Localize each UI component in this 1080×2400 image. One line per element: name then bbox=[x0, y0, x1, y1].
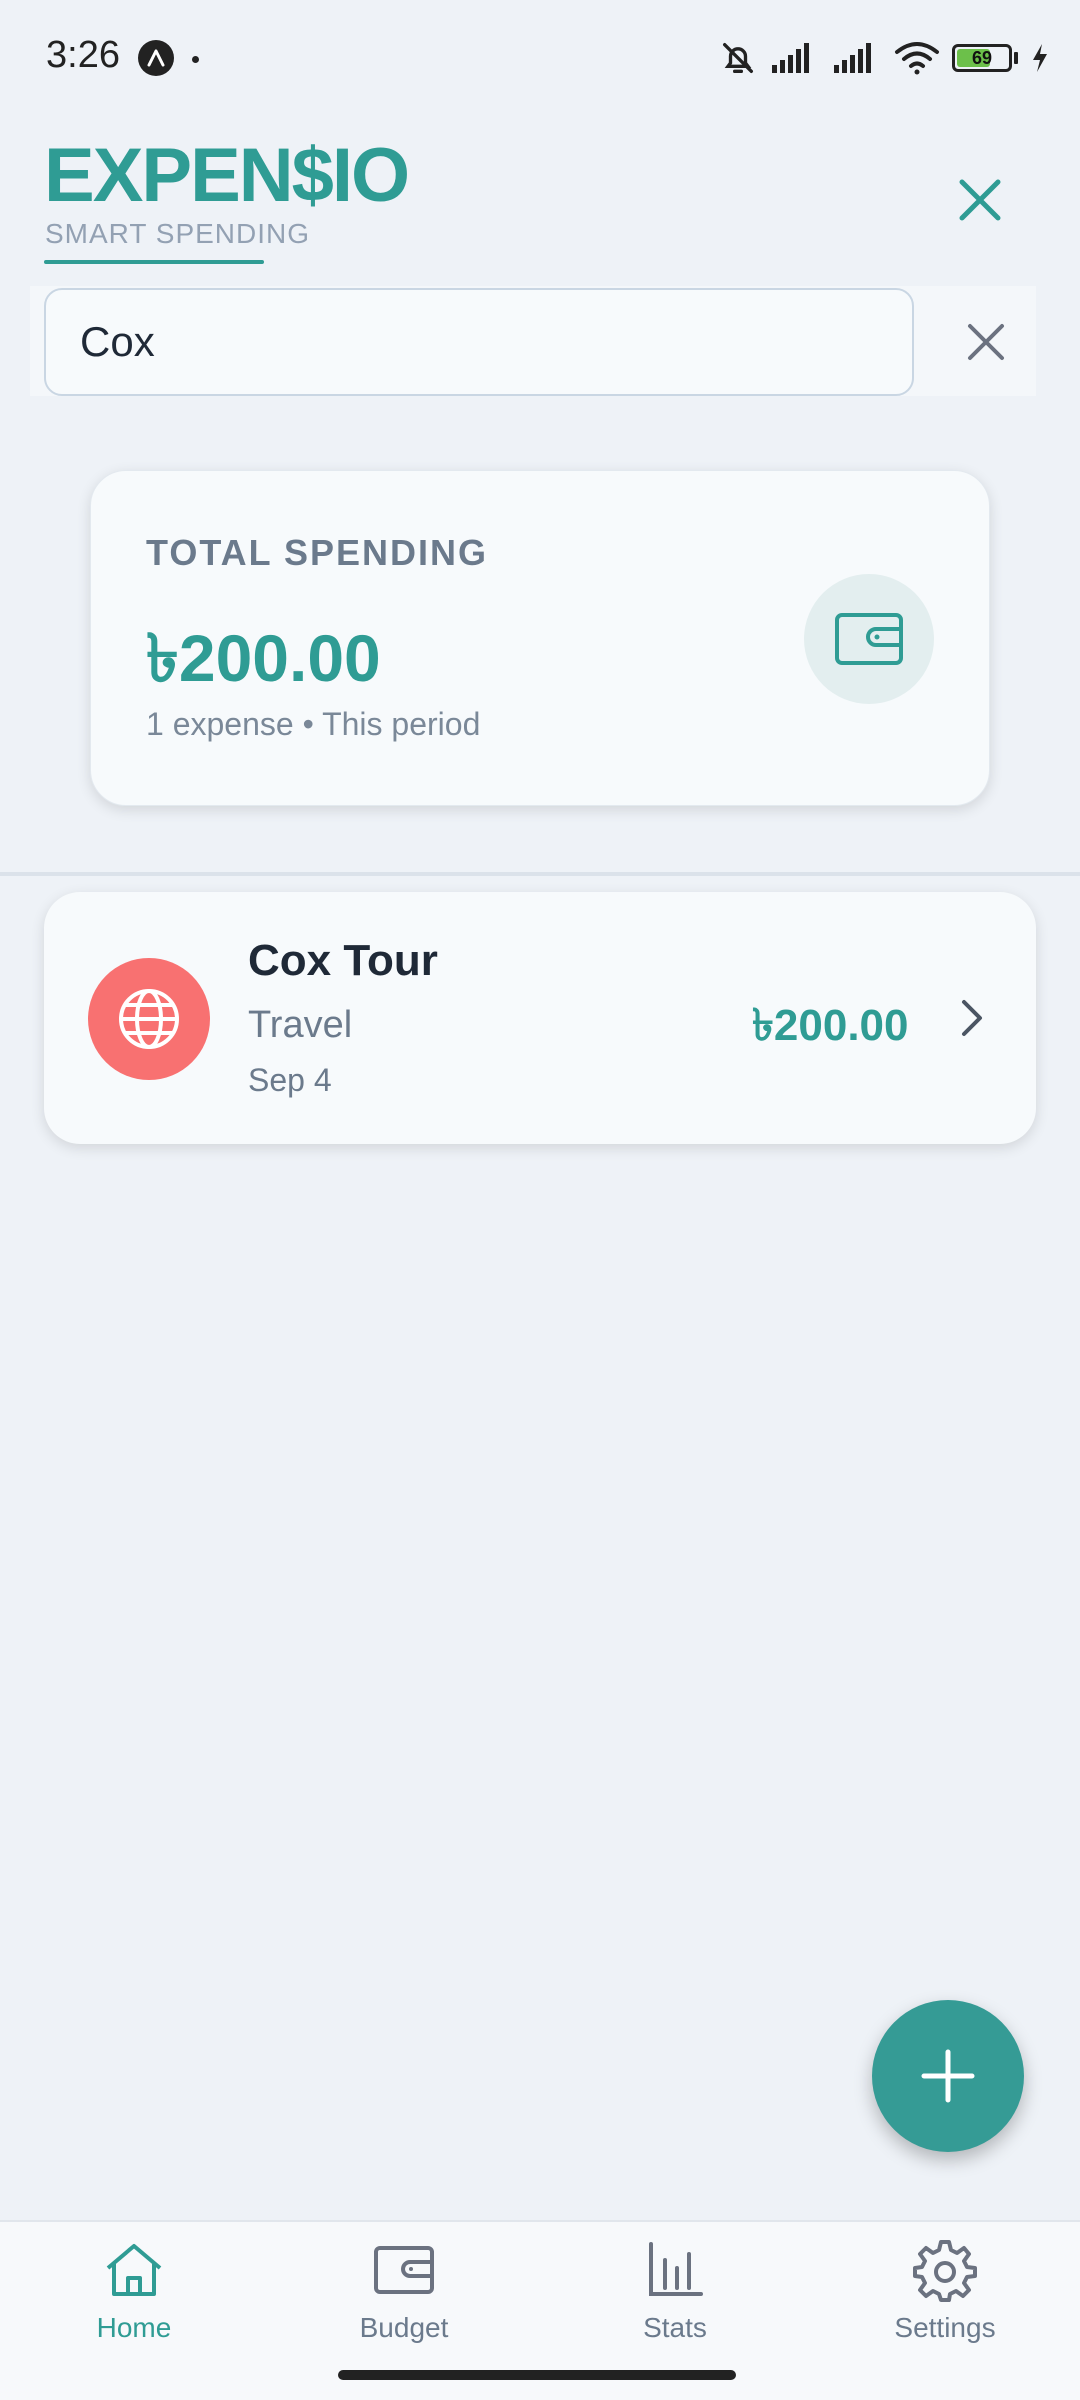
status-time: 3:26 bbox=[46, 34, 120, 76]
gear-icon bbox=[913, 2240, 977, 2302]
expense-amount: ৳200.00 bbox=[752, 1001, 909, 1050]
app-logo: EXPEN$IO bbox=[44, 133, 410, 218]
nav-item-settings[interactable]: Settings bbox=[835, 2238, 1055, 2368]
bar-chart-icon bbox=[649, 2242, 703, 2296]
expense-title: Cox Tour bbox=[248, 936, 438, 985]
wifi-icon bbox=[895, 42, 939, 75]
plus-icon bbox=[921, 2049, 975, 2103]
globe-icon bbox=[119, 989, 179, 1049]
nav-item-home[interactable]: Home bbox=[24, 2238, 244, 2368]
search-input[interactable] bbox=[44, 288, 914, 396]
wallet-icon bbox=[374, 2246, 434, 2294]
app-notification-icon bbox=[138, 40, 174, 76]
nav-label-stats: Stats bbox=[643, 2312, 707, 2343]
wallet-icon bbox=[835, 613, 903, 665]
section-divider bbox=[0, 872, 1080, 876]
nav-item-stats[interactable]: Stats bbox=[565, 2238, 785, 2368]
signal-icon bbox=[834, 43, 871, 73]
nav-label-home: Home bbox=[96, 2312, 172, 2343]
nav-item-budget[interactable]: Budget bbox=[294, 2238, 514, 2368]
expense-category: Travel bbox=[248, 1004, 353, 1046]
wallet-badge bbox=[804, 574, 934, 704]
home-indicator[interactable] bbox=[338, 2370, 736, 2380]
close-icon bbox=[959, 179, 1001, 221]
expense-category-badge bbox=[88, 958, 210, 1080]
notification-dot bbox=[192, 56, 199, 63]
nav-label-budget: Budget bbox=[359, 2312, 449, 2343]
close-icon bbox=[968, 324, 1004, 360]
battery-indicator: 69 bbox=[952, 44, 1018, 72]
expense-date: Sep 4 bbox=[248, 1062, 332, 1098]
nav-label-settings: Settings bbox=[894, 2312, 996, 2343]
total-spending-subtitle: 1 expense • This period bbox=[146, 706, 481, 742]
status-icons: 69 bbox=[718, 36, 1050, 80]
clear-search-button[interactable] bbox=[956, 312, 1016, 372]
home-icon bbox=[106, 2244, 162, 2296]
total-spending-label: TOTAL SPENDING bbox=[146, 532, 489, 573]
bell-off-icon bbox=[723, 43, 753, 74]
signal-icon bbox=[772, 43, 809, 73]
battery-level: 69 bbox=[971, 47, 993, 68]
app-tagline: SMART SPENDING bbox=[45, 218, 311, 249]
add-expense-button[interactable] bbox=[872, 2000, 1024, 2152]
logo-underline bbox=[44, 260, 264, 264]
close-search-button[interactable] bbox=[950, 170, 1010, 230]
charging-icon bbox=[1033, 44, 1047, 72]
chevron-right-icon bbox=[952, 994, 992, 1042]
total-spending-amount: ৳200.00 bbox=[146, 621, 381, 695]
